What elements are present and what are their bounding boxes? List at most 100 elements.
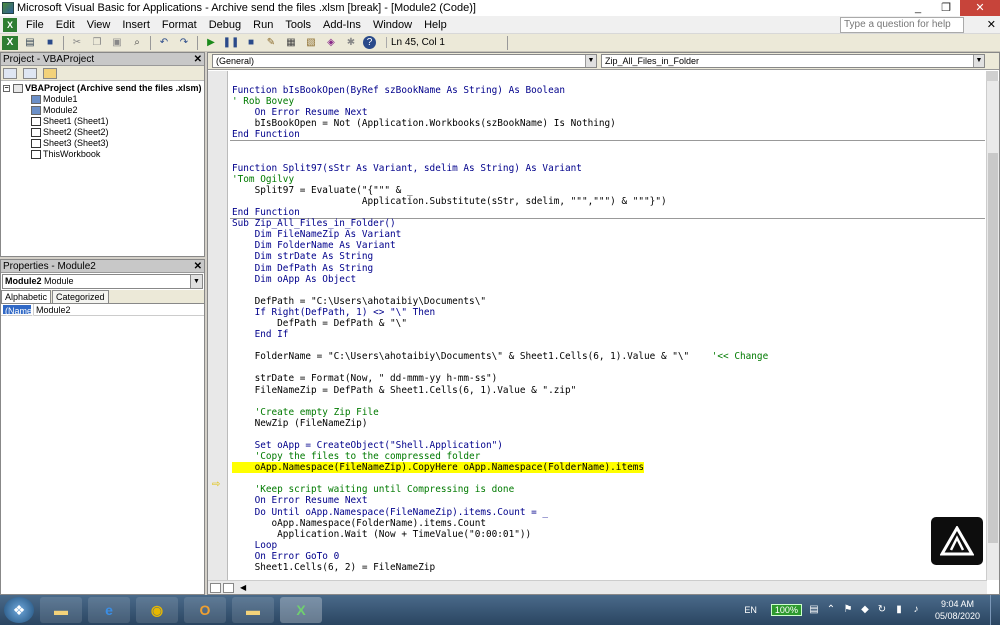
tree-item-module2[interactable]: Module2: [3, 105, 204, 116]
code-line[interactable]: oApp.Namespace(FolderName).items.Count: [232, 518, 985, 529]
undo-icon[interactable]: ↶: [156, 36, 172, 50]
tab-categorized[interactable]: Categorized: [52, 290, 109, 303]
code-line[interactable]: End If: [232, 329, 985, 340]
tray-overflow-icon[interactable]: ⌃: [825, 604, 837, 616]
vertical-scrollbar[interactable]: [986, 81, 999, 580]
code-line[interactable]: Dim FileNameZip As Variant: [232, 229, 985, 240]
close-code-window-icon[interactable]: ✕: [987, 18, 996, 31]
properties-window-icon[interactable]: ▧: [303, 36, 319, 50]
code-line[interactable]: DefPath = DefPath & "\": [232, 318, 985, 329]
restore-button[interactable]: ❐: [932, 0, 960, 16]
code-line[interactable]: On Error Resume Next: [232, 495, 985, 506]
toggle-folders-icon[interactable]: [43, 67, 57, 79]
view-excel-icon[interactable]: X: [2, 35, 18, 50]
code-line[interactable]: 'Tom Ogilvy: [232, 174, 985, 185]
save-icon[interactable]: ■: [42, 36, 58, 50]
project-pane-close-icon[interactable]: ✕: [194, 53, 202, 66]
security-icon[interactable]: ⚑: [842, 604, 854, 616]
tree-item-thisworkbook[interactable]: ThisWorkbook: [3, 149, 204, 160]
chrome-taskbar-icon[interactable]: ◉: [136, 597, 178, 623]
code-line[interactable]: Dim DefPath As String: [232, 263, 985, 274]
code-line[interactable]: Sub Zip_All_Files_in_Folder(): [232, 218, 985, 229]
code-line[interactable]: Function Split97(sStr As Variant, sdelim…: [232, 163, 985, 174]
volume-icon[interactable]: ♪: [910, 604, 922, 616]
menu-run[interactable]: Run: [247, 16, 279, 34]
code-line[interactable]: FileNameZip = DefPath & Sheet1.Cells(6, …: [232, 385, 985, 396]
menu-file[interactable]: File: [20, 16, 50, 34]
excel-icon[interactable]: X: [3, 17, 17, 32]
redo-icon[interactable]: ↷: [176, 36, 192, 50]
code-line[interactable]: [232, 473, 985, 484]
dropbox-icon[interactable]: ◆: [859, 604, 871, 616]
show-desktop-button[interactable]: [990, 595, 1000, 625]
code-line[interactable]: 'Copy the files to the compressed folder: [232, 451, 985, 462]
code-line[interactable]: [232, 140, 985, 151]
tree-root-vbaproject[interactable]: − VBAProject (Archive send the files .xl…: [3, 83, 204, 94]
code-line[interactable]: End Function: [230, 207, 985, 220]
code-line[interactable]: [232, 429, 985, 440]
code-line[interactable]: bIsBookOpen = Not (Application.Workbooks…: [232, 118, 985, 129]
minimize-button[interactable]: _: [904, 0, 932, 16]
view-code-icon[interactable]: [3, 67, 17, 79]
start-button[interactable]: ❖: [4, 597, 34, 623]
tab-alphabetic[interactable]: Alphabetic: [1, 290, 52, 303]
menu-insert[interactable]: Insert: [116, 16, 156, 34]
clock[interactable]: 9:04 AM 05/08/2020: [935, 598, 980, 622]
help-search-input[interactable]: Type a question for help: [840, 17, 964, 33]
code-line[interactable]: [232, 340, 985, 351]
code-line[interactable]: Split97 = Evaluate("{""" & _: [232, 185, 985, 196]
menu-window[interactable]: Window: [367, 16, 418, 34]
split-bar-handle[interactable]: [986, 71, 998, 81]
help-icon[interactable]: ?: [363, 36, 376, 49]
code-line[interactable]: [232, 396, 985, 407]
code-line[interactable]: Dim strDate As String: [232, 251, 985, 262]
insert-module-icon[interactable]: ▤: [22, 36, 38, 50]
menu-debug[interactable]: Debug: [203, 16, 247, 34]
property-value[interactable]: Module2: [33, 304, 71, 315]
cut-icon[interactable]: ✂: [69, 36, 85, 50]
code-line[interactable]: Do Until oApp.Namespace(FileNameZip).ite…: [232, 507, 985, 518]
collapse-icon[interactable]: −: [3, 85, 10, 92]
code-line[interactable]: DefPath = "C:\Users\ahotaibiy\Documents\…: [232, 296, 985, 307]
code-line[interactable]: If Right(DefPath, 1) <> "\" Then: [232, 307, 985, 318]
menu-format[interactable]: Format: [156, 16, 203, 34]
chevron-down-icon[interactable]: ▼: [585, 55, 596, 67]
find-icon[interactable]: ⌕: [129, 36, 145, 50]
horizontal-scrollbar[interactable]: ◀: [208, 580, 987, 594]
code-line[interactable]: [232, 362, 985, 373]
code-editor[interactable]: Function bIsBookOpen(ByRef szBookName As…: [230, 85, 985, 573]
code-line[interactable]: 'Keep script waiting until Compressing i…: [232, 484, 985, 495]
outlook-taskbar-icon[interactable]: O: [184, 597, 226, 623]
code-line[interactable]: Application.Wait (Now + TimeValue("0:00:…: [232, 529, 985, 540]
code-line[interactable]: [232, 152, 985, 163]
language-indicator[interactable]: EN: [744, 605, 757, 615]
code-line[interactable]: Dim oApp As Object: [232, 274, 985, 285]
code-line[interactable]: ' Rob Bovey: [232, 96, 985, 107]
design-mode-icon[interactable]: ✎: [263, 36, 279, 50]
tree-item-module1[interactable]: Module1: [3, 94, 204, 105]
break-icon[interactable]: ❚❚: [223, 36, 240, 50]
code-line[interactable]: Sheet1.Cells(6, 2) = FileNameZip: [232, 562, 985, 573]
code-line[interactable]: NewZip (FileNameZip): [232, 418, 985, 429]
code-line[interactable]: Application.Substitute(sStr, sdelim, """…: [232, 196, 985, 207]
code-line[interactable]: Dim FolderName As Variant: [232, 240, 985, 251]
object-selector[interactable]: Module2 Module ▼: [2, 274, 203, 289]
code-line[interactable]: [232, 285, 985, 296]
code-line[interactable]: oApp.Namespace(FileNameZip).CopyHere oAp…: [232, 462, 985, 474]
code-line[interactable]: strDate = Format(Now, " dd-mmm-yy h-mm-s…: [232, 373, 985, 384]
excel-taskbar-icon[interactable]: X: [280, 597, 322, 623]
code-line[interactable]: Set oApp = CreateObject("Shell.Applicati…: [232, 440, 985, 451]
view-object-icon[interactable]: [23, 67, 37, 79]
code-line[interactable]: Function bIsBookOpen(ByRef szBookName As…: [232, 85, 985, 96]
procedure-combo[interactable]: Zip_All_Files_in_Folder ▼: [601, 54, 985, 68]
code-line[interactable]: On Error GoTo 0: [232, 551, 985, 562]
menu-tools[interactable]: Tools: [279, 16, 317, 34]
reset-icon[interactable]: ■: [243, 36, 259, 50]
code-line[interactable]: FolderName = "C:\Users\ahotaibiy\Documen…: [232, 351, 985, 362]
signal-icon[interactable]: ▮: [893, 604, 905, 616]
project-explorer-icon[interactable]: ▦: [283, 36, 299, 50]
code-line[interactable]: 'Create empty Zip File: [232, 407, 985, 418]
properties-pane-close-icon[interactable]: ✕: [194, 260, 202, 273]
file-explorer-taskbar-icon[interactable]: ▬: [40, 597, 82, 623]
code-line[interactable]: End Function: [230, 129, 985, 142]
